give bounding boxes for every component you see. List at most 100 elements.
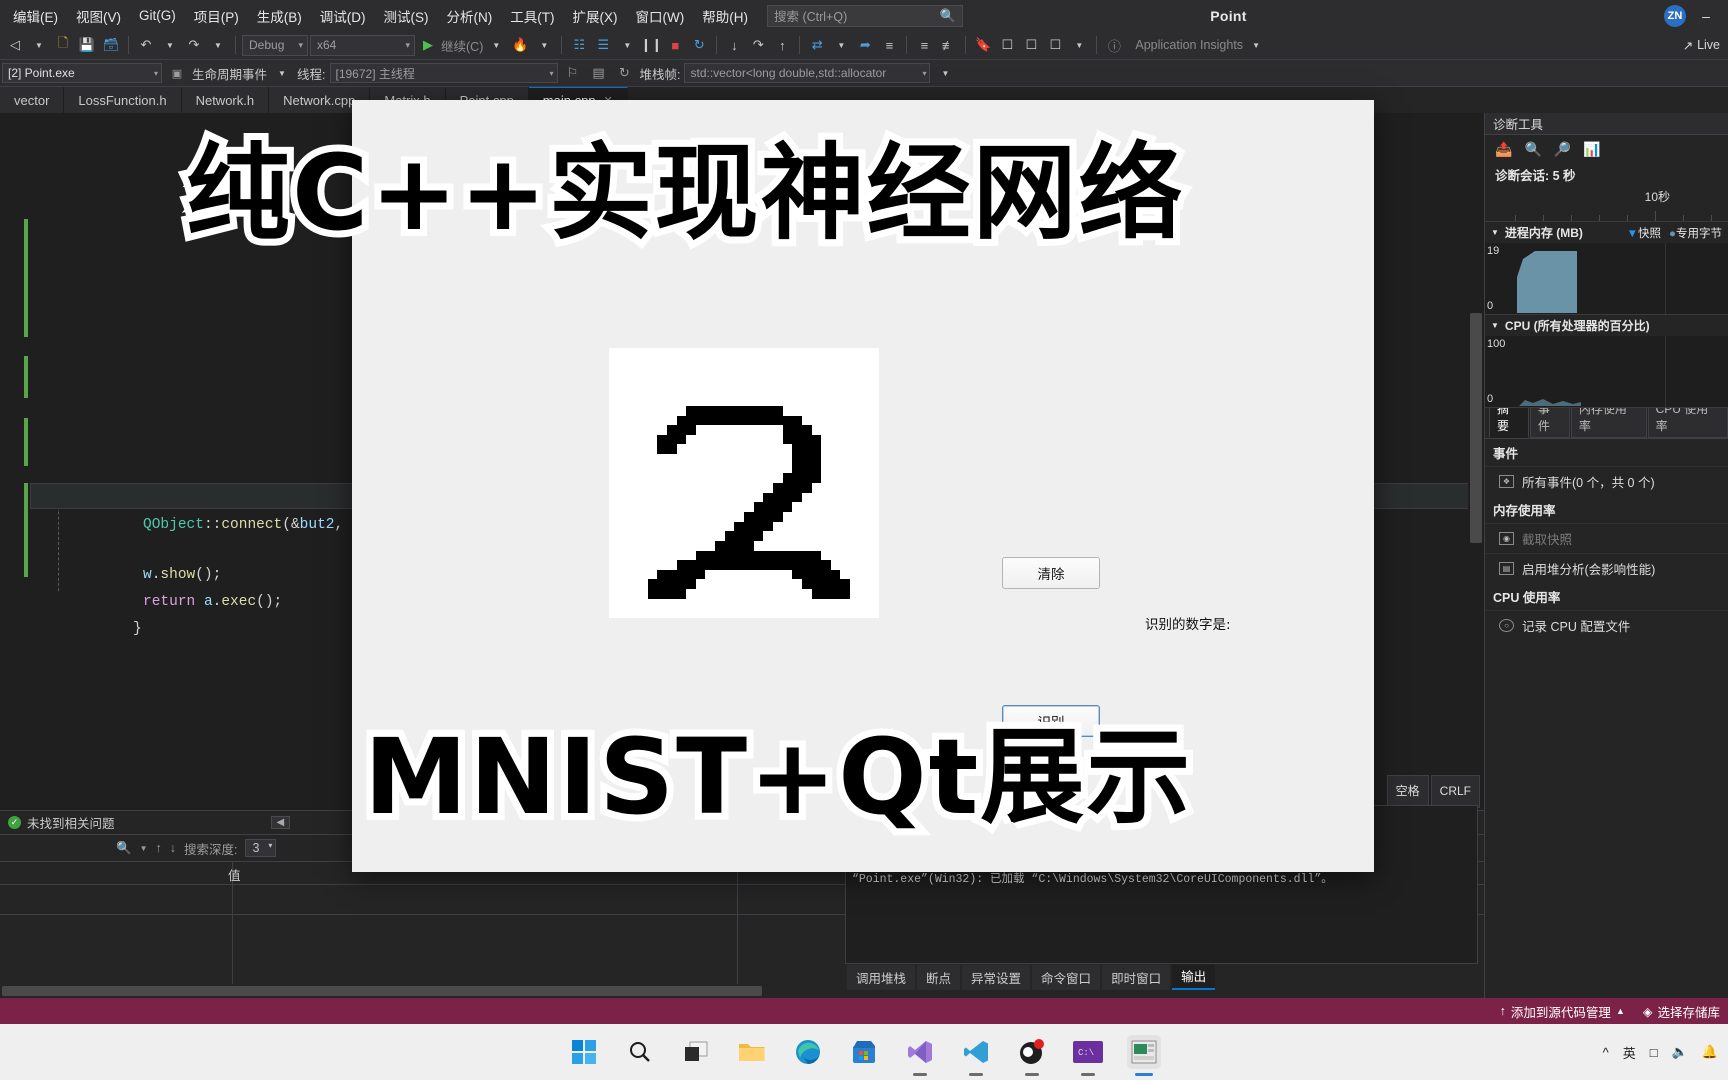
save-all-icon[interactable]: 🗃: [100, 34, 122, 56]
undo-icon[interactable]: ↶: [135, 34, 157, 56]
pause-icon[interactable]: ❙❙: [640, 34, 662, 56]
file-explorer-icon[interactable]: [735, 1035, 769, 1069]
collapse-triangle-icon[interactable]: ▼: [1491, 228, 1499, 237]
save-icon[interactable]: 💾: [76, 34, 98, 56]
vs-code-icon[interactable]: [959, 1035, 993, 1076]
back-navigate-icon[interactable]: ◁: [4, 34, 26, 56]
global-search-input[interactable]: 搜索 (Ctrl+Q) 🔍: [766, 4, 963, 27]
search-depth-dropdown[interactable]: 3: [245, 839, 277, 857]
menu-item-test[interactable]: 测试(S): [375, 2, 438, 30]
task-view-icon[interactable]: [679, 1035, 713, 1069]
tab-lossfunction-h[interactable]: LossFunction.h: [64, 87, 182, 113]
threads-window-icon[interactable]: ▤: [588, 62, 610, 84]
zoom-out-icon[interactable]: 🔎: [1554, 141, 1571, 158]
tab-vector[interactable]: vector: [0, 87, 65, 113]
menu-item-extensions[interactable]: 扩展(X): [564, 2, 627, 30]
minimize-button[interactable]: –: [1690, 2, 1722, 30]
chevron-down-icon[interactable]: ▼: [140, 844, 148, 853]
attach-process-icon[interactable]: ☷: [568, 34, 590, 56]
search-up-icon[interactable]: ↑: [156, 841, 162, 855]
chevron-down-icon[interactable]: ▼: [28, 34, 50, 56]
ime-indicator[interactable]: 英: [1623, 1043, 1636, 1062]
export-icon[interactable]: 📤: [1495, 141, 1512, 158]
indent-icon[interactable]: ≡: [878, 34, 900, 56]
obs-studio-icon[interactable]: [1015, 1035, 1049, 1076]
step-over-icon[interactable]: ↷: [747, 34, 769, 56]
item-enable-heap-profiling[interactable]: ▤ 启用堆分析(会影响性能): [1485, 553, 1728, 583]
microsoft-store-icon[interactable]: [847, 1035, 881, 1069]
build-config-dropdown[interactable]: Debug: [242, 34, 308, 56]
chevron-down-icon[interactable]: ▼: [533, 34, 555, 56]
thread-dropdown[interactable]: [19672] 主线程: [329, 63, 558, 83]
flag-icon[interactable]: ⚐: [562, 62, 584, 84]
live-visual-tree-icon[interactable]: ☰: [592, 34, 614, 56]
chevron-down-icon[interactable]: ▼: [271, 62, 293, 84]
chevron-down-icon[interactable]: ▼: [1245, 34, 1267, 56]
pointer-select-icon[interactable]: ➦: [854, 34, 876, 56]
step-into-icon[interactable]: ↓: [723, 34, 745, 56]
collapse-triangle-icon[interactable]: ▼: [1491, 321, 1499, 330]
tab-breakpoints[interactable]: 断点: [917, 965, 961, 990]
menu-item-view[interactable]: 视图(V): [67, 2, 130, 30]
collapse-icon[interactable]: ◀: [270, 816, 291, 829]
tab-output[interactable]: 输出: [1172, 963, 1216, 990]
chevron-down-icon[interactable]: ▼: [616, 34, 638, 56]
stop-icon[interactable]: ■: [664, 34, 686, 56]
uncomment-icon[interactable]: ≢: [937, 34, 959, 56]
chevron-down-icon[interactable]: ▼: [830, 34, 852, 56]
tab-exception-settings[interactable]: 异常设置: [962, 965, 1031, 990]
qt-app-taskbar-icon[interactable]: [1127, 1035, 1161, 1076]
volume-icon[interactable]: 🔈: [1672, 1044, 1688, 1060]
application-insights-label[interactable]: Application Insights: [1135, 38, 1243, 52]
next-bookmark-icon[interactable]: ☐: [996, 34, 1018, 56]
tab-immediate-window[interactable]: 即时窗口: [1102, 965, 1171, 990]
menu-item-git[interactable]: Git(G): [130, 4, 185, 27]
hot-reload-icon[interactable]: 🔥: [509, 34, 531, 56]
step-out-icon[interactable]: ↑: [771, 34, 793, 56]
chevron-up-icon[interactable]: ^: [1603, 1045, 1609, 1060]
redo-icon[interactable]: ↷: [183, 34, 205, 56]
menu-item-window[interactable]: 窗口(W): [627, 2, 694, 30]
mnist-pixel-grid[interactable]: [609, 348, 879, 618]
chevron-down-icon[interactable]: ▼: [207, 34, 229, 56]
menu-item-build[interactable]: 生成(B): [248, 2, 311, 30]
item-all-events[interactable]: ❖ 所有事件(0 个，共 0 个): [1485, 466, 1728, 496]
start-button-icon[interactable]: [567, 1035, 601, 1069]
comment-icon[interactable]: ≡: [913, 34, 935, 56]
chevron-down-icon[interactable]: ▼: [485, 34, 507, 56]
refresh-icon[interactable]: ↻: [614, 62, 636, 84]
network-icon[interactable]: □: [1650, 1045, 1658, 1060]
account-avatar[interactable]: ZN: [1664, 4, 1686, 27]
platform-dropdown[interactable]: x64: [310, 34, 415, 56]
select-repository-button[interactable]: ◈ 选择存储库: [1643, 1002, 1720, 1021]
clear-bookmarks-icon[interactable]: ☐: [1044, 34, 1066, 56]
menu-item-project[interactable]: 项目(P): [185, 2, 248, 30]
edge-browser-icon[interactable]: [791, 1035, 825, 1069]
visual-studio-icon[interactable]: [903, 1035, 937, 1076]
menu-item-tools[interactable]: 工具(T): [501, 2, 563, 30]
diff-icon[interactable]: ⇄: [806, 34, 828, 56]
indent-mode[interactable]: 空格: [1386, 775, 1429, 808]
chart-settings-icon[interactable]: 📊: [1583, 141, 1600, 158]
clear-button[interactable]: 清除: [1002, 557, 1100, 589]
digit-drawing-canvas[interactable]: [609, 348, 879, 618]
search-down-icon[interactable]: ↓: [170, 841, 176, 855]
new-file-icon[interactable]: 🗋: [52, 34, 74, 56]
tab-command-window[interactable]: 命令窗口: [1032, 965, 1101, 990]
zoom-in-icon[interactable]: 🔍: [1524, 141, 1541, 158]
menu-item-analyze[interactable]: 分析(N): [438, 2, 502, 30]
continue-play-icon[interactable]: ▶: [417, 34, 439, 56]
add-to-source-control-button[interactable]: ↑ 添加到源代码管理 ▲: [1500, 1002, 1625, 1021]
chevron-down-icon[interactable]: ▼: [159, 34, 181, 56]
menu-item-debug[interactable]: 调试(D): [311, 2, 375, 30]
lifecycle-events-label[interactable]: 生命周期事件: [192, 64, 267, 83]
continue-label[interactable]: 继续(C): [441, 36, 483, 55]
search-icon[interactable]: [623, 1035, 657, 1069]
notification-icon[interactable]: 🔔: [1702, 1044, 1718, 1060]
menu-item-help[interactable]: 帮助(H): [693, 2, 757, 30]
stackframe-dropdown[interactable]: std::vector<long double,std::allocator: [684, 63, 931, 83]
bookmark-icon[interactable]: 🔖: [972, 34, 994, 56]
restart-icon[interactable]: ↻: [688, 34, 710, 56]
terminal-icon[interactable]: C:\: [1071, 1035, 1105, 1076]
prev-bookmark-icon[interactable]: ☐: [1020, 34, 1042, 56]
